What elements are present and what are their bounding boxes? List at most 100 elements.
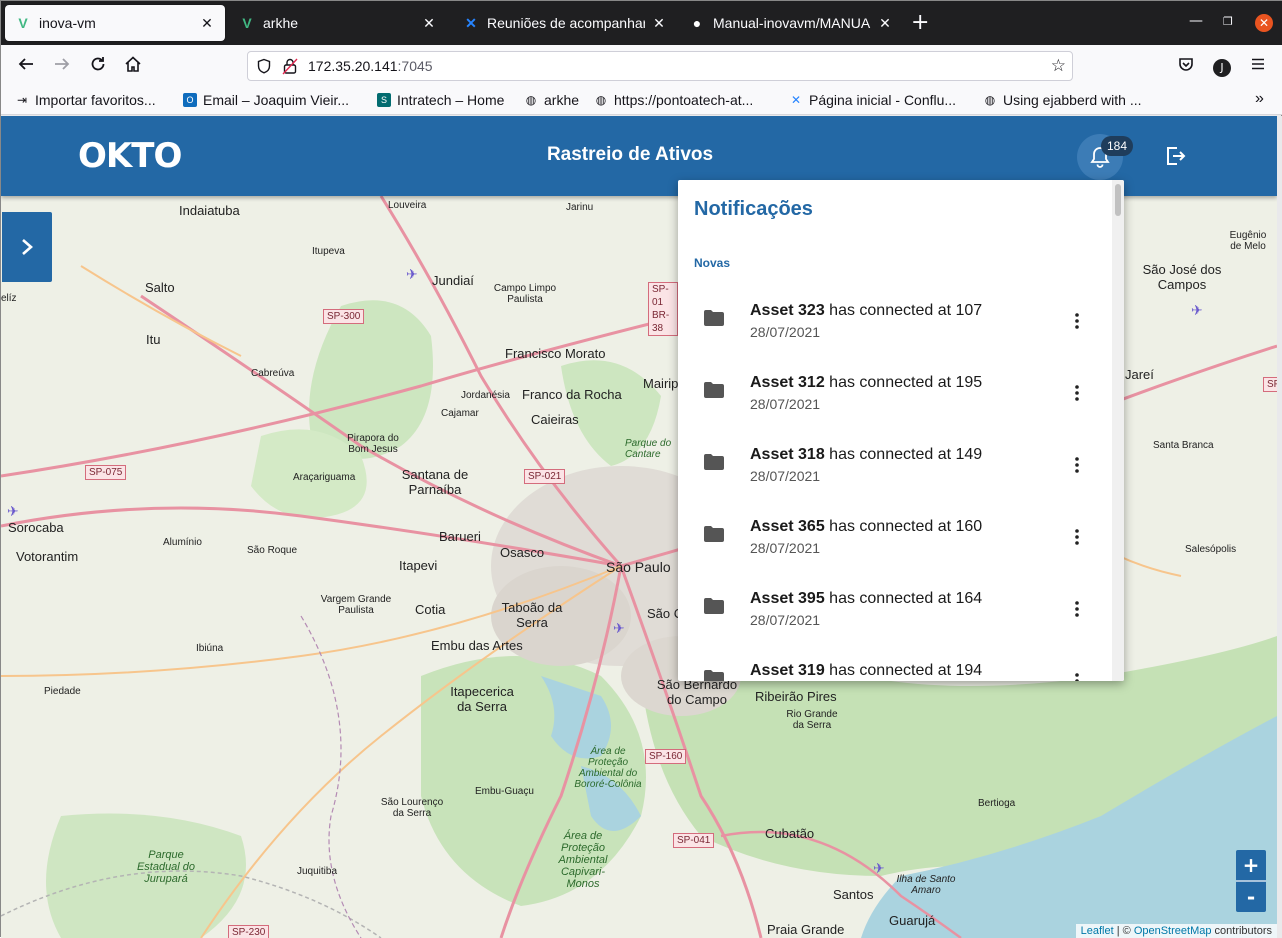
- map-label: Campo Limpo Paulista: [493, 283, 557, 305]
- notification-item[interactable]: Asset 318 has connected at 149 28/07/202…: [678, 428, 1112, 500]
- bookmark-ejabberd[interactable]: ◍ Using ejabberd with ...: [983, 92, 1142, 108]
- folder-icon: [704, 526, 724, 542]
- map-label: Jordanésia: [461, 390, 510, 401]
- notification-item[interactable]: Asset 323 has connected at 107 28/07/202…: [678, 284, 1112, 356]
- notification-date: 28/07/2021: [750, 396, 821, 412]
- url-bar[interactable]: 172.35.20.141:7045 ☆: [247, 51, 1073, 81]
- logout-button[interactable]: [1163, 144, 1187, 168]
- notification-item[interactable]: Asset 365 has connected at 160 28/07/202…: [678, 500, 1112, 572]
- map-label: Eugênio de Melo: [1229, 230, 1267, 252]
- asset-name: Asset 312: [750, 374, 825, 391]
- attribution-tail: contributors: [1211, 925, 1272, 937]
- osm-link[interactable]: OpenStreetMap: [1134, 925, 1212, 937]
- map-label: Cabreúva: [251, 368, 295, 379]
- tab-arkhe[interactable]: V arkhe ✕: [229, 5, 447, 41]
- tab-label: inova-vm: [39, 15, 96, 31]
- map-label: Jundiaí: [432, 273, 474, 288]
- logout-icon: [1167, 147, 1186, 165]
- notification-item[interactable]: Asset 319 has connected at 194: [678, 644, 1112, 681]
- notification-item[interactable]: Asset 312 has connected at 195 28/07/202…: [678, 356, 1112, 428]
- more-vert-icon[interactable]: [1068, 528, 1086, 546]
- bookmark-label: https://pontoatech-at...: [614, 92, 754, 108]
- map-label: Praia Grande: [767, 922, 845, 937]
- map-label: Jarinu: [566, 202, 594, 213]
- home-button[interactable]: [122, 55, 144, 77]
- zoom-control: + -: [1236, 850, 1266, 912]
- map-label: Ribeirão Pires: [755, 689, 837, 704]
- minimize-button[interactable]: —: [1189, 13, 1203, 29]
- close-icon[interactable]: ✕: [877, 15, 893, 32]
- window-close-button[interactable]: ✕: [1255, 14, 1273, 32]
- folder-icon: [704, 454, 724, 470]
- url-text[interactable]: 172.35.20.141:7045: [308, 58, 433, 74]
- folder-icon: [704, 670, 724, 681]
- notification-count-badge: 184: [1101, 136, 1134, 156]
- more-vert-icon[interactable]: [1068, 672, 1086, 681]
- menu-button[interactable]: [1247, 55, 1269, 77]
- map-label: Parque Estadual do Jurupará: [136, 849, 196, 885]
- tab-manual[interactable]: ● Manual-inovavm/MANUA ✕: [679, 5, 903, 41]
- forward-button[interactable]: [51, 55, 73, 77]
- more-vert-icon[interactable]: [1068, 384, 1086, 402]
- asset-name: Asset 319: [750, 662, 825, 679]
- vue-icon: V: [242, 15, 252, 31]
- more-vert-icon[interactable]: [1068, 600, 1086, 618]
- bookmark-email[interactable]: O Email – Joaquim Vieir...: [183, 92, 349, 108]
- map-label: Cotia: [415, 602, 446, 617]
- close-icon[interactable]: ✕: [421, 15, 437, 32]
- map-label: Santana de Parnaíba: [401, 467, 469, 497]
- back-button[interactable]: [15, 55, 37, 77]
- map-label: Ibiúna: [196, 643, 224, 654]
- bookmark-intratech[interactable]: S Intratech – Home: [377, 92, 504, 108]
- airport-icon: ✈: [7, 503, 19, 519]
- map-label: Alumínio: [163, 537, 202, 548]
- zoom-in-button[interactable]: +: [1236, 850, 1266, 880]
- close-icon[interactable]: ✕: [651, 15, 667, 32]
- restore-button[interactable]: ❐: [1223, 15, 1233, 28]
- zoom-out-button[interactable]: -: [1236, 882, 1266, 912]
- reload-button[interactable]: [87, 55, 109, 77]
- bookmark-pontoatech[interactable]: ◍ https://pontoatech-at...: [594, 92, 754, 108]
- notification-message: has connected at 160: [824, 518, 983, 535]
- map-label: Embu das Artes: [431, 638, 523, 653]
- bookmark-arkhe[interactable]: ◍ arkhe: [524, 92, 579, 108]
- road-shield: SP-01 BR-38: [648, 282, 678, 336]
- map-label: Área de Proteção Ambiental Capivari-Mono…: [558, 830, 608, 890]
- notification-date: 28/07/2021: [750, 612, 821, 628]
- tab-inova-vm[interactable]: V inova-vm ✕: [5, 5, 225, 41]
- more-vert-icon[interactable]: [1068, 456, 1086, 474]
- tab-reunioes[interactable]: ✕ Reuniões de acompanhar ✕: [453, 5, 677, 41]
- shield-icon[interactable]: [256, 58, 272, 78]
- map-label: Pirapora do Bom Jesus: [347, 433, 399, 455]
- account-button[interactable]: J: [1211, 55, 1233, 77]
- map-label: Franco da Rocha: [522, 387, 622, 402]
- sidebar-toggle-button[interactable]: [2, 212, 52, 282]
- close-icon[interactable]: ✕: [199, 15, 215, 32]
- tab-label: Reuniões de acompanhar: [487, 15, 645, 31]
- insecure-lock-icon[interactable]: [282, 57, 298, 79]
- notification-date: 28/07/2021: [750, 324, 821, 340]
- notification-item[interactable]: Asset 395 has connected at 164 28/07/202…: [678, 572, 1112, 644]
- leaflet-link[interactable]: Leaflet: [1081, 925, 1114, 937]
- asset-name: Asset 323: [750, 302, 825, 319]
- map-label: São Roque: [247, 545, 298, 556]
- map-label: Salto: [145, 280, 175, 295]
- notifications-section-label: Novas: [694, 256, 731, 270]
- pocket-button[interactable]: [1175, 55, 1197, 77]
- bookmark-confluence[interactable]: ✕ Página inicial - Conflu...: [789, 92, 956, 108]
- map-label: São José dos Campos: [1142, 262, 1222, 292]
- bookmark-import[interactable]: ⇥ Importar favoritos...: [15, 92, 156, 108]
- road-shield: SP-075: [85, 465, 127, 480]
- nav-bar: 172.35.20.141:7045 ☆ J: [1, 45, 1282, 87]
- bookmark-star-icon[interactable]: ☆: [1051, 56, 1066, 76]
- notifications-scrollbar[interactable]: [1112, 180, 1124, 681]
- new-tab-button[interactable]: +: [911, 11, 929, 35]
- reload-icon: [91, 57, 105, 71]
- more-vert-icon[interactable]: [1068, 312, 1086, 330]
- bookmark-label: Página inicial - Conflu...: [809, 92, 957, 108]
- sharepoint-icon: S: [377, 93, 391, 107]
- bookmarks-overflow-button[interactable]: »: [1255, 90, 1264, 108]
- folder-icon: [704, 382, 724, 398]
- map-label: Ilha de Santo Amaro: [896, 874, 956, 896]
- notifications-scroll-thumb[interactable]: [1115, 184, 1121, 216]
